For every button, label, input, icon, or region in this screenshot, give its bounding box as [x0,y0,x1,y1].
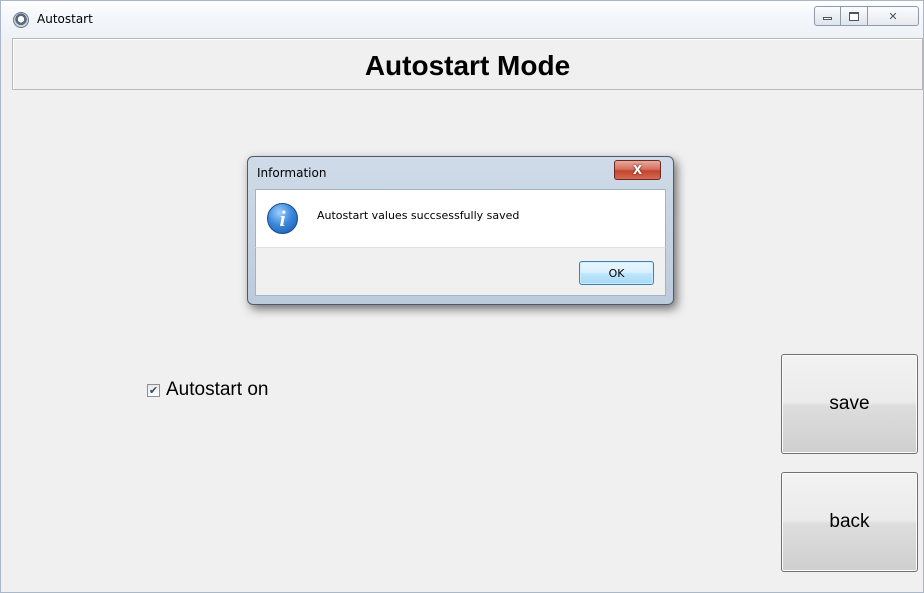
close-button[interactable]: ✕ [868,6,919,26]
ok-button[interactable]: OK [579,261,654,285]
maximize-button[interactable] [841,6,868,26]
dialog-title: Information [257,166,327,180]
autostart-checkbox-row[interactable]: ✔ Autostart on [147,379,268,401]
info-icon: i [267,203,298,234]
page-title: Autostart Mode [364,50,571,81]
caption-buttons: ✕ [814,6,919,26]
back-button[interactable]: back [781,472,918,572]
dialog-footer: OK [255,247,666,296]
autostart-checkbox[interactable]: ✔ [147,383,160,397]
dialog-body: i Autostart values succsessfully saved [255,189,666,247]
autostart-checkbox-label[interactable]: Autostart on [166,379,268,401]
save-button[interactable]: save [781,354,918,454]
app-icon[interactable] [13,12,29,28]
minimize-button[interactable] [814,6,841,26]
dialog-close-button[interactable]: X [614,160,661,180]
header-panel: Autostart Mode [12,38,923,90]
title-bar[interactable]: Autostart ✕ [1,1,923,37]
close-icon: ✕ [888,9,898,23]
information-dialog: Information X i Autostart values succses… [247,156,674,305]
dialog-message: Autostart values succsessfully saved [317,209,520,222]
autostart-window: Autostart ✕ Autostart Mode ✔ Autostart o… [0,0,924,593]
window-title: Autostart [37,12,93,26]
maximize-icon [849,11,859,21]
minimize-icon [823,17,832,20]
close-icon: X [632,163,643,177]
